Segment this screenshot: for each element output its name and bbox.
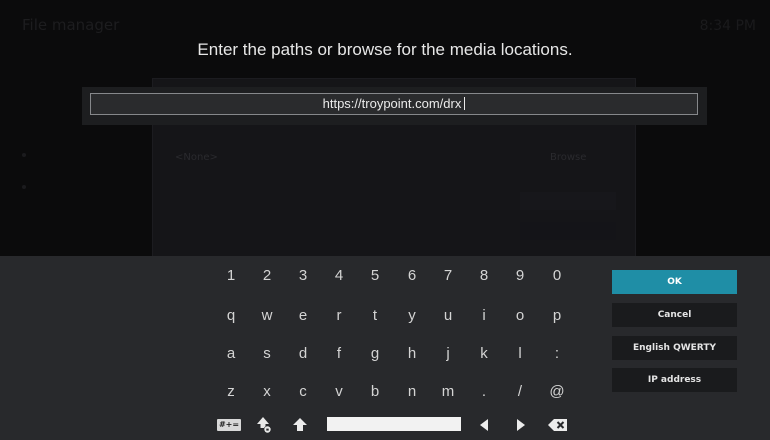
key-r[interactable]: r [324, 303, 354, 329]
key-7[interactable]: 7 [433, 263, 463, 289]
key-s[interactable]: s [252, 341, 282, 367]
key-h[interactable]: h [397, 341, 427, 367]
background-path-placeholder: <None> [175, 152, 218, 163]
background-browse-label: Browse [550, 152, 587, 163]
key-p[interactable]: p [542, 303, 572, 329]
key-b[interactable]: b [360, 379, 390, 405]
ip-address-button[interactable]: IP address [612, 368, 737, 392]
key-n[interactable]: n [397, 379, 427, 405]
dialog-heading: Enter the paths or browse for the media … [197, 40, 573, 59]
ok-button[interactable]: OK [612, 270, 737, 294]
keyboard-layout-button[interactable]: English QWERTY [612, 336, 737, 360]
key-8[interactable]: 8 [469, 263, 499, 289]
key-l[interactable]: l [505, 341, 535, 367]
key-9[interactable]: 9 [505, 263, 535, 289]
key-f[interactable]: f [324, 341, 354, 367]
key-colon[interactable]: : [542, 341, 572, 367]
key-v[interactable]: v [324, 379, 354, 405]
key-0[interactable]: 0 [542, 263, 572, 289]
key-x[interactable]: x [252, 379, 282, 405]
shift-lock-icon [257, 417, 272, 434]
key-6[interactable]: 6 [397, 263, 427, 289]
key-u[interactable]: u [433, 303, 463, 329]
text-caret [464, 97, 466, 110]
shift-icon [293, 418, 307, 431]
key-k[interactable]: k [469, 341, 499, 367]
cancel-button[interactable]: Cancel [612, 303, 737, 327]
key-a[interactable]: a [216, 341, 246, 367]
key-2[interactable]: 2 [252, 263, 282, 289]
key-z[interactable]: z [216, 379, 246, 405]
key-j[interactable]: j [433, 341, 463, 367]
key-t[interactable]: t [360, 303, 390, 329]
path-input[interactable]: https://troypoint.com/drx [90, 93, 698, 115]
key-d[interactable]: d [288, 341, 318, 367]
key-y[interactable]: y [397, 303, 427, 329]
cursor-right-key[interactable] [509, 413, 533, 437]
background-button [520, 192, 616, 210]
space-key[interactable] [327, 417, 461, 431]
cursor-right-icon [517, 419, 525, 431]
background-window-title: File manager [22, 16, 120, 34]
background-menu-dot [22, 185, 26, 189]
key-at[interactable]: @ [542, 379, 572, 405]
key-i[interactable]: i [469, 303, 499, 329]
key-e[interactable]: e [288, 303, 318, 329]
key-w[interactable]: w [252, 303, 282, 329]
key-m[interactable]: m [433, 379, 463, 405]
shift-key[interactable] [288, 413, 312, 437]
key-o[interactable]: o [505, 303, 535, 329]
symbols-toggle-key[interactable]: #+= [216, 413, 242, 437]
key-g[interactable]: g [360, 341, 390, 367]
background-clock: 8:34 PM [699, 18, 756, 34]
key-period[interactable]: . [469, 379, 499, 405]
path-input-value: https://troypoint.com/drx [322, 96, 462, 111]
key-q[interactable]: q [216, 303, 246, 329]
cursor-left-key[interactable] [472, 413, 496, 437]
symbols-toggle-icon: #+= [216, 419, 242, 431]
key-4[interactable]: 4 [324, 263, 354, 289]
background-menu-dot [22, 153, 26, 157]
shift-lock-key[interactable] [252, 413, 276, 437]
screen: File manager 8:34 PM <None> Browse Enter… [0, 0, 770, 440]
key-5[interactable]: 5 [360, 263, 390, 289]
key-c[interactable]: c [288, 379, 318, 405]
backspace-icon [548, 419, 567, 431]
key-1[interactable]: 1 [216, 263, 246, 289]
key-slash[interactable]: / [505, 379, 535, 405]
cursor-left-icon [480, 419, 488, 431]
key-3[interactable]: 3 [288, 263, 318, 289]
background-button [520, 222, 616, 240]
backspace-key[interactable] [545, 413, 571, 437]
